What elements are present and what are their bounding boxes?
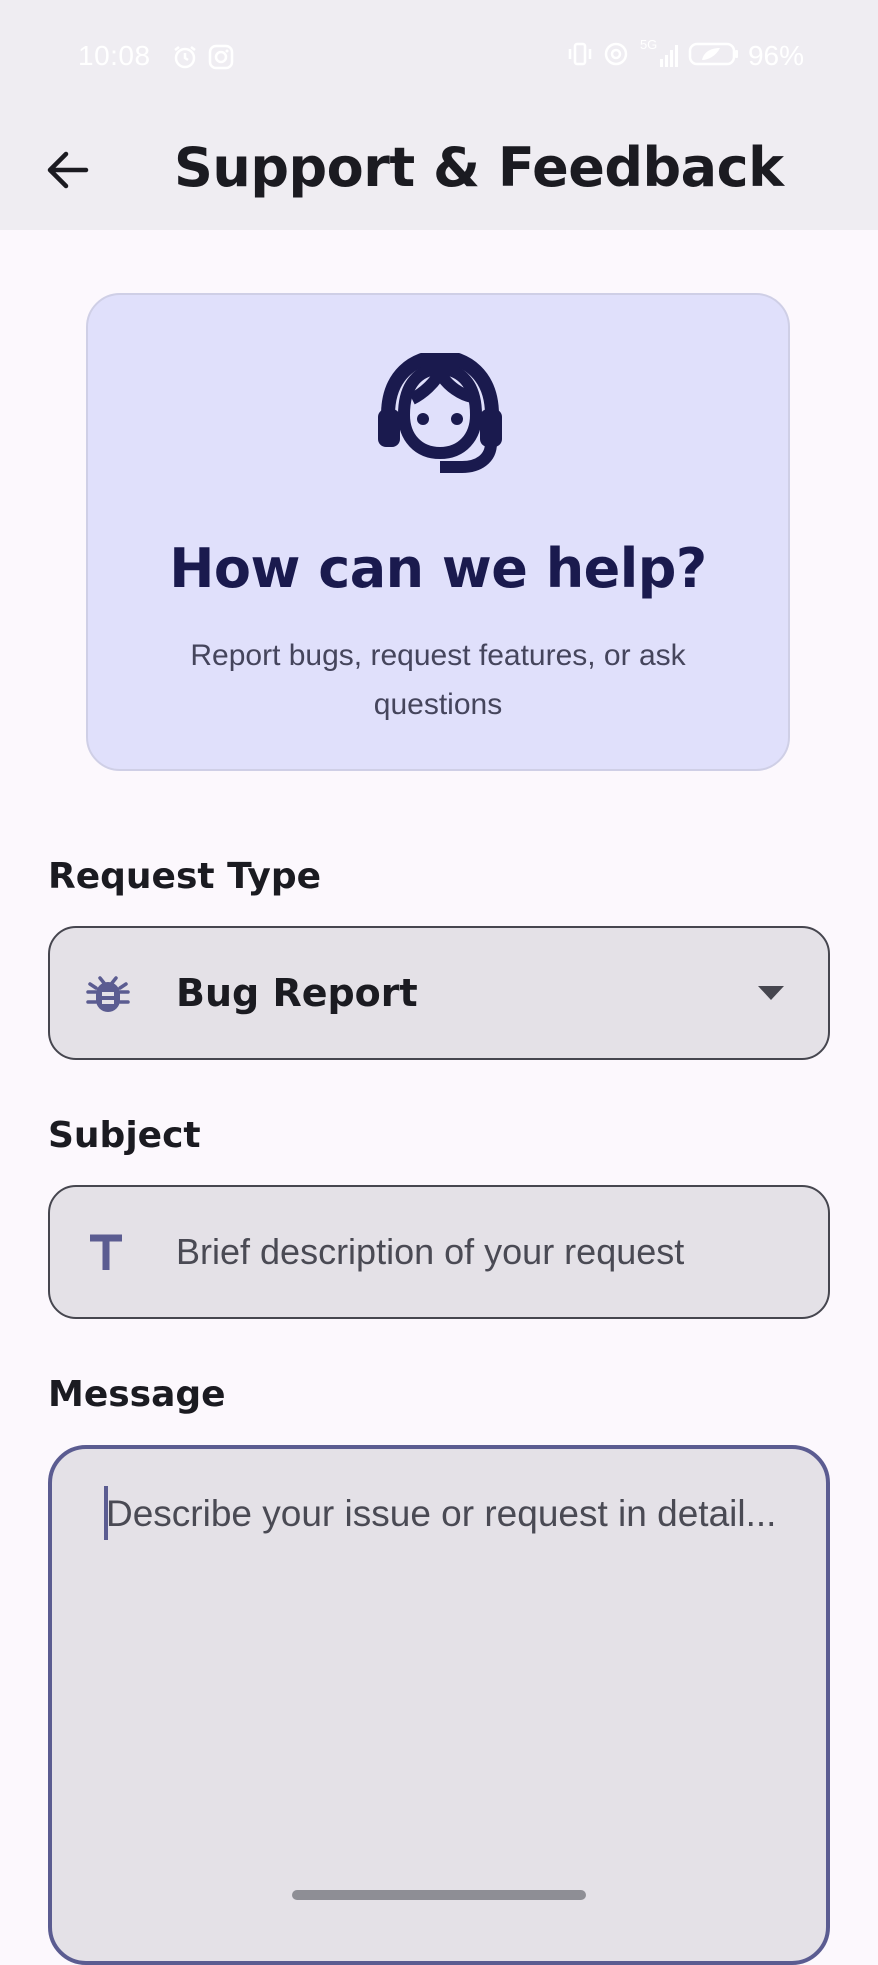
battery-saver-icon — [688, 40, 740, 72]
status-left-icons — [172, 44, 234, 74]
hero-title: How can we help? — [169, 537, 707, 600]
back-button[interactable] — [36, 140, 100, 204]
home-indicator[interactable] — [292, 1890, 586, 1900]
subject-input[interactable] — [176, 1187, 798, 1317]
signal-5g-icon: 5G — [640, 37, 680, 71]
support-agent-icon — [374, 349, 506, 473]
hotspot-icon — [602, 40, 632, 72]
chevron-down-icon — [758, 928, 784, 1058]
alarm-icon — [172, 44, 198, 74]
message-label: Message — [48, 1374, 226, 1415]
text-t-icon — [86, 1187, 126, 1317]
arrow-back-icon — [46, 150, 90, 194]
battery-percent: 96% — [747, 40, 804, 71]
instagram-icon — [208, 44, 234, 74]
status-right-icons: 5G 96% — [566, 37, 804, 72]
status-time: 10:08 — [78, 40, 151, 71]
text-cursor — [104, 1486, 108, 1540]
vibrate-icon — [566, 40, 594, 72]
request-type-selected: Bug Report — [176, 971, 418, 1015]
request-type-label: Request Type — [48, 856, 322, 897]
subject-field[interactable] — [48, 1185, 830, 1319]
message-input[interactable] — [106, 1485, 786, 1921]
message-field[interactable] — [48, 1445, 830, 1965]
bug-icon — [86, 928, 130, 1058]
page-title: Support & Feedback — [174, 136, 784, 199]
status-bar: 10:08 5G 96% — [0, 0, 878, 116]
request-type-dropdown[interactable]: Bug Report — [48, 926, 830, 1060]
hero-subtitle: Report bugs, request features, or ask qu… — [190, 639, 686, 721]
help-hero-card: How can we help? Report bugs, request fe… — [86, 293, 790, 771]
subject-label: Subject — [48, 1115, 201, 1156]
app-bar: Support & Feedback — [0, 116, 878, 230]
